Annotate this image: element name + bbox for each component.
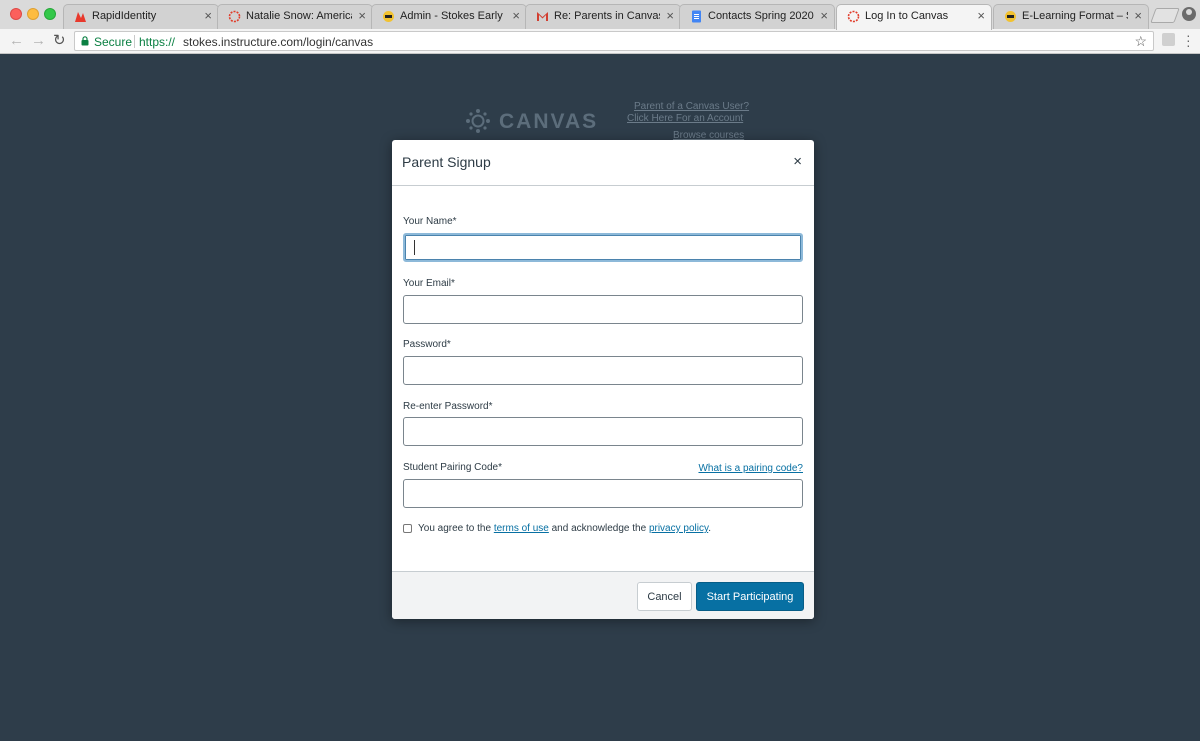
canvas-icon xyxy=(228,10,241,23)
parent-account-link[interactable]: Click Here For an Account xyxy=(627,113,743,124)
tab-natalie-snow[interactable]: Natalie Snow: American H × xyxy=(217,4,373,29)
close-icon[interactable]: × xyxy=(793,153,802,170)
agree-suffix: . xyxy=(708,523,711,534)
dialog-header: Parent Signup × xyxy=(392,140,814,186)
new-tab-button[interactable] xyxy=(1150,8,1180,23)
tab-e-learning[interactable]: E-Learning Format – Scho × xyxy=(993,4,1149,29)
reenter-password-label: Re-enter Password* xyxy=(403,401,493,412)
tab-title: Contacts Spring 2020 - G xyxy=(708,10,814,22)
reenter-password-field[interactable] xyxy=(403,417,803,446)
url-scheme: https:// xyxy=(139,35,176,49)
tab-title: Natalie Snow: American H xyxy=(246,10,352,22)
gmail-icon xyxy=(537,12,548,21)
privacy-policy-link[interactable]: privacy policy xyxy=(649,523,708,534)
agreement-text: You agree to the terms of use and acknow… xyxy=(418,523,711,534)
canvas-wordmark: CANVAS xyxy=(499,110,599,133)
dialog-title: Parent Signup xyxy=(402,154,491,170)
tab-title: Log In to Canvas xyxy=(865,10,949,22)
parent-of-canvas-user-link[interactable]: Parent of a Canvas User? xyxy=(634,101,749,112)
name-label: Your Name* xyxy=(403,216,457,227)
parent-signup-dialog: Parent Signup × Your Name* Your Email* P… xyxy=(392,140,814,619)
email-label: Your Email* xyxy=(403,278,455,289)
bookmark-star-icon[interactable]: ☆ xyxy=(1134,33,1147,50)
terms-of-use-link[interactable]: terms of use xyxy=(494,523,549,534)
address-bar[interactable]: Secure https:// stokes.instructure.com/l… xyxy=(74,31,1154,51)
tab-close-icon[interactable]: × xyxy=(1134,8,1142,23)
tab-close-icon[interactable]: × xyxy=(204,8,212,23)
text-caret xyxy=(414,240,415,255)
tab-title: RapidIdentity xyxy=(92,10,157,22)
tab-re-parents[interactable]: Re: Parents in Canvas - p × xyxy=(525,4,681,29)
pairing-code-help-link[interactable]: What is a pairing code? xyxy=(698,463,803,474)
secure-label: Secure xyxy=(94,35,133,49)
pairing-code-field[interactable] xyxy=(403,479,803,508)
cancel-button[interactable]: Cancel xyxy=(637,582,692,611)
school-icon xyxy=(383,11,394,22)
browser-toolbar: ← → ↻ Secure https:// stokes.instructure… xyxy=(0,29,1200,54)
forward-icon[interactable]: → xyxy=(31,32,46,49)
minimize-window-icon[interactable] xyxy=(27,8,39,20)
tab-close-icon[interactable]: × xyxy=(977,8,985,23)
tab-strip: RapidIdentity × Natalie Snow: American H… xyxy=(0,0,1200,30)
agree-middle: and acknowledge the xyxy=(551,523,647,534)
tab-close-icon[interactable]: × xyxy=(358,8,366,23)
address-divider xyxy=(134,35,135,48)
reload-icon[interactable]: ↻ xyxy=(53,31,66,49)
canvas-logo-icon xyxy=(466,109,490,133)
tab-rapididentity[interactable]: RapidIdentity × xyxy=(63,4,219,29)
extension-icon[interactable] xyxy=(1162,33,1175,46)
password-label: Password* xyxy=(403,339,451,350)
profile-icon[interactable] xyxy=(1182,7,1196,21)
maximize-window-icon[interactable] xyxy=(44,8,56,20)
tab-close-icon[interactable]: × xyxy=(666,8,674,23)
password-field[interactable] xyxy=(403,356,803,385)
email-field[interactable] xyxy=(403,295,803,324)
canvas-icon xyxy=(847,10,860,23)
name-field[interactable] xyxy=(403,233,803,262)
browser-menu-icon[interactable]: · · · xyxy=(1186,28,1191,52)
rapididentity-icon xyxy=(75,12,86,22)
school-icon xyxy=(1005,11,1016,22)
tab-log-in-to-canvas[interactable]: Log In to Canvas × xyxy=(836,4,992,30)
tab-contacts[interactable]: Contacts Spring 2020 - G × xyxy=(679,4,835,29)
back-icon[interactable]: ← xyxy=(9,32,24,49)
tab-close-icon[interactable]: × xyxy=(512,8,520,23)
google-docs-icon xyxy=(692,10,701,23)
pairing-code-label: Student Pairing Code* xyxy=(403,462,502,473)
tab-admin-stokes[interactable]: Admin - Stokes Early Coll × xyxy=(371,4,527,29)
close-window-icon[interactable] xyxy=(10,8,22,20)
agree-prefix: You agree to the xyxy=(418,523,492,534)
tab-title: Re: Parents in Canvas - p xyxy=(554,10,660,22)
tab-title: E-Learning Format – Scho xyxy=(1022,10,1128,22)
agree-checkbox[interactable] xyxy=(403,524,412,533)
lock-icon xyxy=(81,36,89,46)
dialog-footer: Cancel Start Participating xyxy=(392,571,814,619)
url-path: stokes.instructure.com/login/canvas xyxy=(183,35,374,49)
tab-title: Admin - Stokes Early Coll xyxy=(400,10,506,22)
tab-close-icon[interactable]: × xyxy=(820,8,828,23)
start-participating-button[interactable]: Start Participating xyxy=(696,582,804,611)
